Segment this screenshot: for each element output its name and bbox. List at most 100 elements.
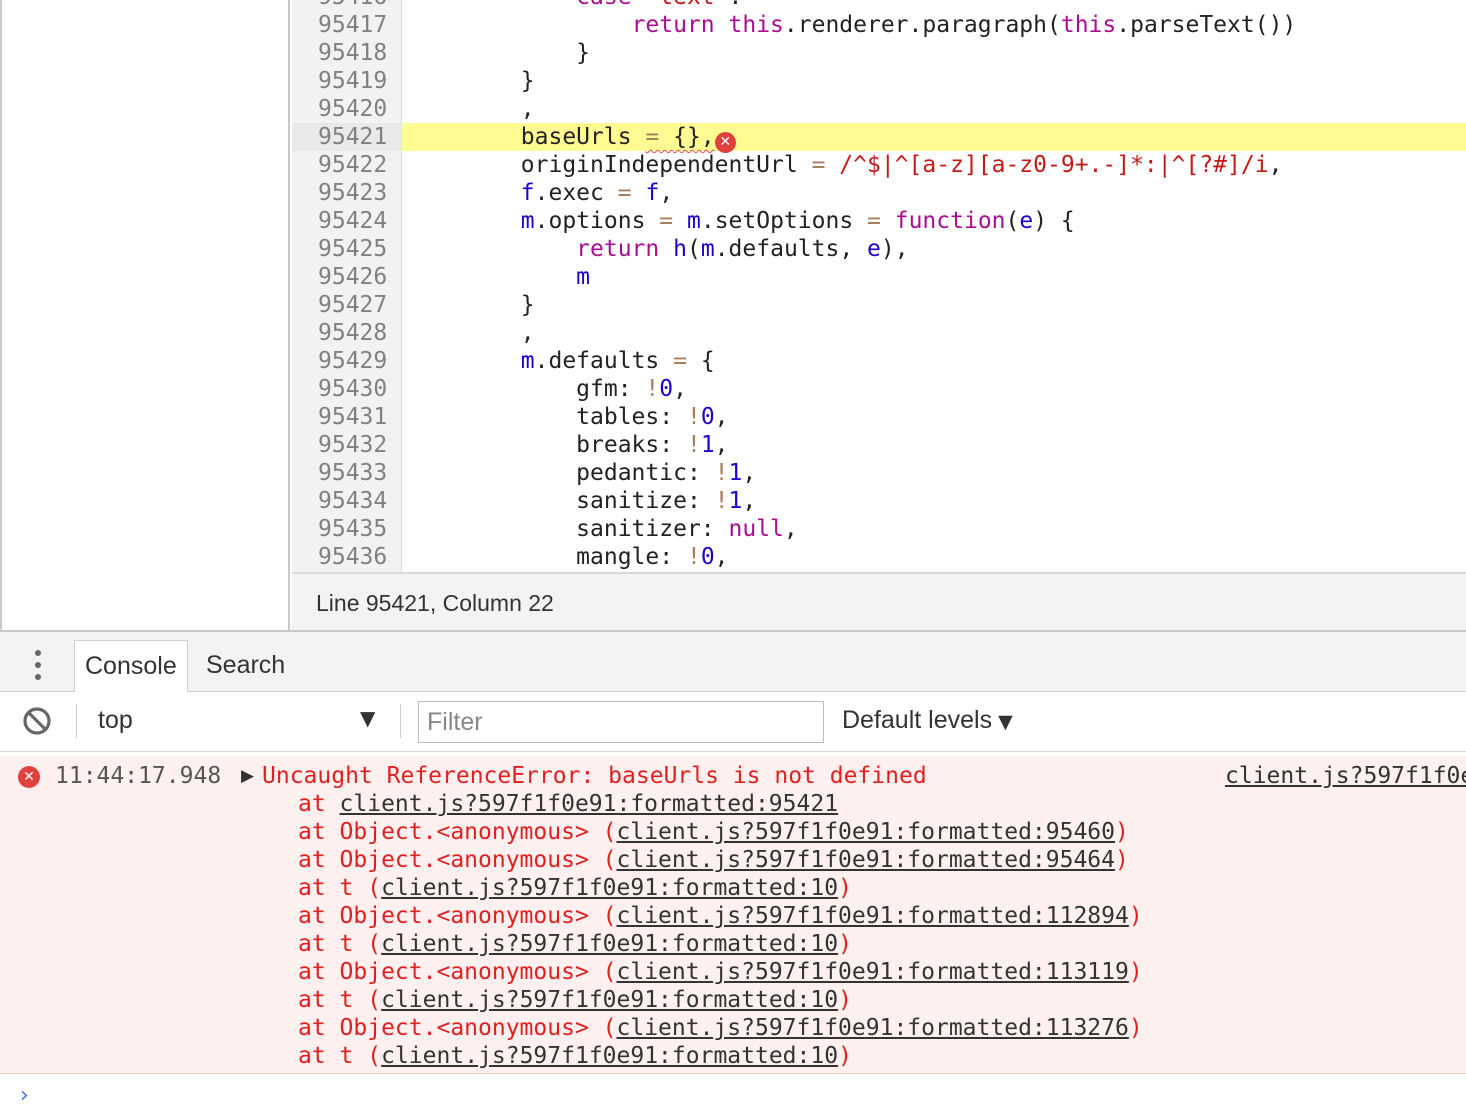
stack-function-name: Object.<anonymous>: [339, 903, 589, 929]
stack-frame-link[interactable]: client.js?597f1f0e91:formatted:10: [381, 1043, 838, 1069]
code-token: ,: [714, 432, 729, 458]
error-message-text: Uncaught ReferenceError: baseUrls is not…: [262, 763, 927, 789]
line-number[interactable]: 95421: [292, 123, 402, 151]
code-line[interactable]: 95434 sanitize: !1,: [292, 487, 1466, 515]
stack-frame-link[interactable]: client.js?597f1f0e91:formatted:10: [381, 931, 838, 957]
code-line[interactable]: 95429 m.defaults = {: [292, 347, 1466, 375]
error-icon[interactable]: ✕: [714, 132, 736, 153]
code-token: "text": [645, 0, 728, 10]
stack-frame-link[interactable]: client.js?597f1f0e91:formatted:112894: [617, 903, 1129, 929]
tab-console[interactable]: Console: [74, 640, 188, 692]
clear-console-icon[interactable]: [22, 706, 52, 736]
line-number[interactable]: 95420: [292, 95, 402, 123]
code-line[interactable]: 95426 m: [292, 263, 1466, 291]
stack-frame-link[interactable]: client.js?597f1f0e91:formatted:95464: [617, 847, 1116, 873]
expand-triangle-icon[interactable]: ▶: [241, 762, 254, 790]
line-number[interactable]: 95424: [292, 207, 402, 235]
code-token: !: [714, 460, 729, 486]
stack-function-name: t: [339, 987, 354, 1013]
code-line[interactable]: 95418 }: [292, 39, 1466, 67]
code-line[interactable]: 95419 }: [292, 67, 1466, 95]
line-number[interactable]: 95416: [292, 0, 402, 11]
context-select[interactable]: top: [98, 706, 384, 736]
code-line[interactable]: 95424 m.options = m.setOptions = functio…: [292, 207, 1466, 235]
line-number[interactable]: 95428: [292, 319, 402, 347]
code-line[interactable]: 95432 breaks: !1,: [292, 431, 1466, 459]
chevron-down-icon[interactable]: ▼: [360, 706, 375, 730]
code-line[interactable]: 95428 ,: [292, 319, 1466, 347]
stack-function-name: Object.<anonymous>: [339, 847, 589, 873]
chevron-down-icon: ▼: [998, 711, 1013, 733]
code-line[interactable]: 95435 sanitizer: null,: [292, 515, 1466, 543]
line-number[interactable]: 95429: [292, 347, 402, 375]
code-token: ,: [714, 404, 729, 430]
line-number[interactable]: 95425: [292, 235, 402, 263]
code-token: pedantic:: [410, 460, 715, 486]
console-error-message[interactable]: ✕ 11:44:17.948 ▶ Uncaught ReferenceError…: [0, 756, 1466, 1074]
code-text: originIndependentUrl = /^$|^[a-z][a-z0-9…: [410, 151, 1283, 179]
code-token: =: [673, 348, 687, 374]
line-number[interactable]: 95422: [292, 151, 402, 179]
code-line[interactable]: 95431 tables: !0,: [292, 403, 1466, 431]
code-token: =: [645, 124, 660, 150]
stack-frame-link[interactable]: client.js?597f1f0e91:formatted:95460: [617, 819, 1116, 845]
code-line-error[interactable]: 95421 baseUrls = {}, ✕: [292, 123, 1466, 153]
code-token: sanitize:: [410, 488, 715, 514]
code-line[interactable]: 95416 case "text":: [292, 0, 1466, 11]
code-line[interactable]: 95423 f.exec = f,: [292, 179, 1466, 207]
stack-frame-link[interactable]: client.js?597f1f0e91:formatted:10: [381, 987, 838, 1013]
filter-input[interactable]: [418, 701, 824, 743]
line-number[interactable]: 95431: [292, 403, 402, 431]
code-text: return h(m.defaults, e),: [410, 235, 908, 263]
code-line[interactable]: 95422 originIndependentUrl = /^$|^[a-z][…: [292, 151, 1466, 179]
console-prompt[interactable]: ›: [0, 1076, 1466, 1104]
code-line[interactable]: 95420 ,: [292, 95, 1466, 123]
line-number[interactable]: 95427: [292, 291, 402, 319]
code-line[interactable]: 95430 gfm: !0,: [292, 375, 1466, 403]
stack-function-name: Object.<anonymous>: [339, 959, 589, 985]
code-editor[interactable]: 95416 case "text":95417 return this.rend…: [292, 0, 1466, 572]
code-line[interactable]: 95417 return this.renderer.paragraph(thi…: [292, 11, 1466, 39]
line-number[interactable]: 95426: [292, 263, 402, 291]
code-text: }: [410, 67, 535, 95]
stack-frame-link[interactable]: client.js?597f1f0e91:formatted:113276: [617, 1015, 1129, 1041]
code-token: h: [673, 236, 687, 262]
stack-frame-link[interactable]: client.js?597f1f0e91:formatted:10: [381, 875, 838, 901]
line-number[interactable]: 95418: [292, 39, 402, 67]
log-levels-dropdown[interactable]: Default levels ▼: [842, 706, 1013, 735]
code-text: return this.renderer.paragraph(this.pars…: [410, 11, 1297, 39]
more-options-icon[interactable]: [28, 648, 48, 682]
stack-frame-link[interactable]: client.js?597f1f0e91:formatted:113119: [617, 959, 1129, 985]
code-token: =: [617, 180, 632, 206]
code-text: pedantic: !1,: [410, 459, 756, 487]
code-token: ,: [714, 544, 729, 570]
line-number[interactable]: 95435: [292, 515, 402, 543]
code-token: null: [728, 516, 784, 542]
code-token: breaks:: [410, 432, 687, 458]
source-link[interactable]: client.js?597f1f0e91:formatted:95421: [1225, 762, 1466, 790]
line-number[interactable]: 95423: [292, 179, 402, 207]
line-number[interactable]: 95436: [292, 543, 402, 571]
line-number[interactable]: 95434: [292, 487, 402, 515]
code-token: ,: [783, 516, 798, 542]
stack-frame-link[interactable]: client.js?597f1f0e91:formatted:95421: [340, 791, 839, 817]
code-line[interactable]: 95425 return h(m.defaults, e),: [292, 235, 1466, 263]
code-line[interactable]: 95436 mangle: !0,: [292, 543, 1466, 571]
line-number[interactable]: 95433: [292, 459, 402, 487]
stack-frame: at Object.<anonymous> (client.js?597f1f0…: [298, 1015, 1143, 1041]
code-token: 0: [659, 376, 674, 402]
line-number[interactable]: 95417: [292, 11, 402, 39]
code-token: baseUrls: [520, 124, 632, 150]
line-number[interactable]: 95430: [292, 375, 402, 403]
tab-search[interactable]: Search: [196, 640, 295, 692]
code-line[interactable]: 95433 pedantic: !1,: [292, 459, 1466, 487]
line-number[interactable]: 95432: [292, 431, 402, 459]
line-number[interactable]: 95419: [292, 67, 402, 95]
code-token: sanitizer:: [410, 516, 729, 542]
code-line[interactable]: 95427 }: [292, 291, 1466, 319]
code-token: ,: [742, 460, 757, 486]
code-token: f: [645, 180, 660, 206]
